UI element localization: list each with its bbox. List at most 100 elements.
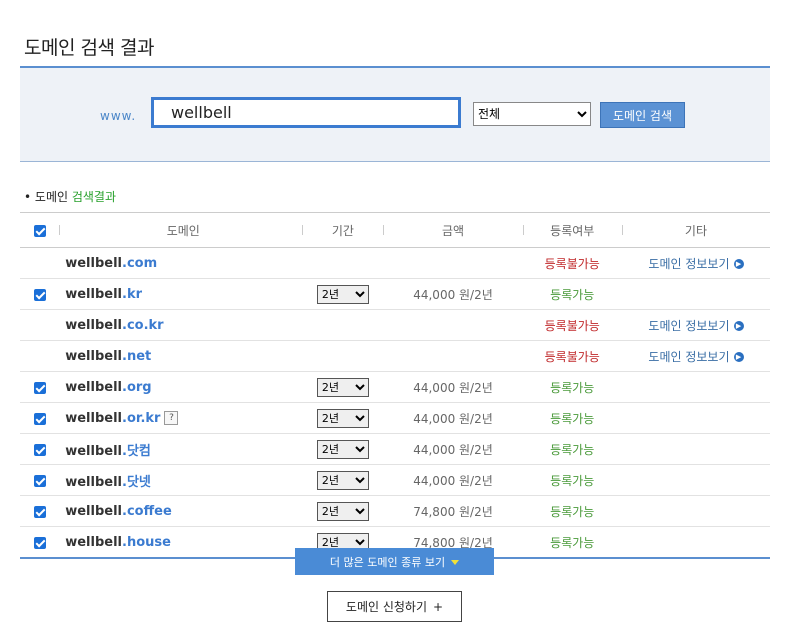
etc-cell xyxy=(622,527,770,559)
domain-cell: wellbell.닷컴 xyxy=(59,433,303,465)
help-icon[interactable]: ? xyxy=(164,411,179,425)
price-cell: 44,000 원/2년 xyxy=(383,402,523,434)
row-check-cell xyxy=(20,527,59,559)
period-select[interactable]: 2년 xyxy=(316,284,369,304)
etc-cell xyxy=(621,402,770,434)
row-check-cell xyxy=(20,309,60,341)
domain-tld: .닷컴 xyxy=(122,443,151,459)
domain-info-label: 도메인 정보보기 xyxy=(648,318,730,333)
domain-cell: wellbell.co.kr xyxy=(59,309,303,341)
more-domains-button[interactable]: 더 많은 도메인 종류 보기 xyxy=(295,548,494,575)
more-domains-label: 더 많은 도메인 종류 보기 xyxy=(329,555,446,569)
row-checkbox[interactable] xyxy=(33,505,46,518)
domain-cell: wellbell.house xyxy=(59,527,302,559)
domain-name: wellbell xyxy=(65,255,123,271)
price-cell xyxy=(383,309,523,341)
domain-info-link[interactable]: 도메인 정보보기 ▶ xyxy=(648,256,744,271)
table-row: wellbell.닷컴 2년 44,000 원/2년 등록가능 xyxy=(20,433,770,465)
row-checkbox[interactable] xyxy=(33,474,46,487)
period-cell: 2년 xyxy=(302,495,384,527)
domain-search-input[interactable] xyxy=(151,97,461,128)
period-cell xyxy=(302,340,384,372)
section-title-prefix: 도메인 xyxy=(34,190,72,204)
etc-cell xyxy=(621,371,770,403)
table-row: wellbell.net 등록불가능 도메인 정보보기 ▶ xyxy=(20,340,770,372)
etc-cell xyxy=(621,495,770,527)
apply-domain-label: 도메인 신청하기 xyxy=(345,600,428,614)
domain-search-button[interactable]: 도메인 검색 xyxy=(600,102,685,128)
row-checkbox[interactable] xyxy=(33,288,46,301)
status-cell: 등록가능 xyxy=(522,402,622,434)
domain-cell: wellbell.org xyxy=(59,371,303,403)
tld-select[interactable]: 전체 xyxy=(473,102,591,126)
row-checkbox[interactable] xyxy=(33,412,46,425)
domain-name: wellbell xyxy=(65,317,123,333)
period-cell: 2년 xyxy=(302,371,384,403)
select-all-checkbox[interactable] xyxy=(33,224,46,237)
domain-cell: wellbell.com xyxy=(59,247,303,279)
status-cell: 등록불가능 xyxy=(522,309,622,341)
table-row: wellbell.com 등록불가능 도메인 정보보기 ▶ xyxy=(20,247,770,279)
domain-info-link[interactable]: 도메인 정보보기 ▶ xyxy=(648,349,744,364)
domain-name: wellbell xyxy=(65,348,123,364)
domain-info-label: 도메인 정보보기 xyxy=(648,349,730,364)
price-cell: 44,000 원/2년 xyxy=(383,464,523,496)
domain-cell: wellbell.net xyxy=(59,340,303,372)
row-checkbox[interactable] xyxy=(33,443,46,456)
status-cell: 등록가능 xyxy=(522,495,622,527)
domain-cell: wellbell.or.kr? xyxy=(59,402,303,434)
domain-tld: .coffee xyxy=(122,503,172,519)
header-period: 기간 xyxy=(302,212,384,248)
period-cell: 2년 xyxy=(302,402,384,434)
period-cell: 2년 xyxy=(302,278,384,310)
period-select[interactable]: 2년 xyxy=(316,377,369,397)
row-checkbox[interactable] xyxy=(33,381,46,394)
results-body: wellbell.com 등록불가능 도메인 정보보기 ▶ wellbell.kr 2년 4… xyxy=(20,247,770,559)
table-row: wellbell.or.kr? 2년 44,000 원/2년 등록가능 xyxy=(20,402,770,434)
arrow-circle-icon: ▶ xyxy=(733,321,744,331)
domain-name: wellbell xyxy=(65,286,123,302)
period-select[interactable]: 2년 xyxy=(316,439,369,459)
status-cell: 등록가능 xyxy=(550,535,595,550)
select-all-cell xyxy=(20,212,60,248)
domain-name: wellbell xyxy=(65,443,123,459)
bullet-icon: • xyxy=(24,190,32,204)
domain-info-link[interactable]: 도메인 정보보기 ▶ xyxy=(648,318,744,333)
period-select[interactable]: 2년 xyxy=(316,470,369,490)
table-header-row: 도메인 기간 금액 등록여부 기타 xyxy=(20,212,770,248)
triangle-down-icon xyxy=(451,560,460,565)
status-cell: 등록불가능 xyxy=(522,247,622,279)
domain-cell: wellbell.kr xyxy=(59,278,303,310)
header-etc: 기타 xyxy=(621,212,770,248)
table-row: wellbell.org 2년 44,000 원/2년 등록가능 xyxy=(20,371,770,403)
domain-tld: .house xyxy=(122,534,171,550)
period-cell: 2년 xyxy=(302,433,384,465)
period-cell xyxy=(302,247,384,279)
domain-name: wellbell xyxy=(65,474,123,490)
plus-icon: + xyxy=(433,600,444,614)
domain-tld: .net xyxy=(122,348,152,364)
domain-tld: .or.kr xyxy=(122,410,161,426)
page-title: 도메인 검색 결과 xyxy=(24,36,154,59)
row-check-cell xyxy=(20,464,60,496)
domain-cell: wellbell.닷넷 xyxy=(59,464,303,496)
table-row: wellbell.kr 2년 44,000 원/2년 등록가능 xyxy=(20,278,770,310)
etc-cell xyxy=(621,433,770,465)
search-panel: www. 전체 도메인 검색 xyxy=(20,66,770,162)
etc-cell: 도메인 정보보기 ▶ xyxy=(621,309,770,341)
row-checkbox[interactable] xyxy=(33,536,46,549)
row-check-cell xyxy=(20,278,60,310)
domain-tld: .co.kr xyxy=(122,317,164,333)
apply-domain-button[interactable]: 도메인 신청하기 + xyxy=(327,591,462,622)
etc-cell: 도메인 정보보기 ▶ xyxy=(621,247,770,279)
domain-info-label: 도메인 정보보기 xyxy=(648,256,730,271)
period-cell xyxy=(302,309,384,341)
row-check-cell xyxy=(20,371,60,403)
period-select[interactable]: 2년 xyxy=(316,408,369,428)
domain-cell: wellbell.coffee xyxy=(59,495,303,527)
price-cell: 44,000 원/2년 xyxy=(383,433,523,465)
header-domain: 도메인 xyxy=(59,212,303,248)
domain-name: wellbell xyxy=(65,379,123,395)
period-select[interactable]: 2년 xyxy=(316,501,369,521)
section-title-accent: 검색결과 xyxy=(71,190,117,204)
